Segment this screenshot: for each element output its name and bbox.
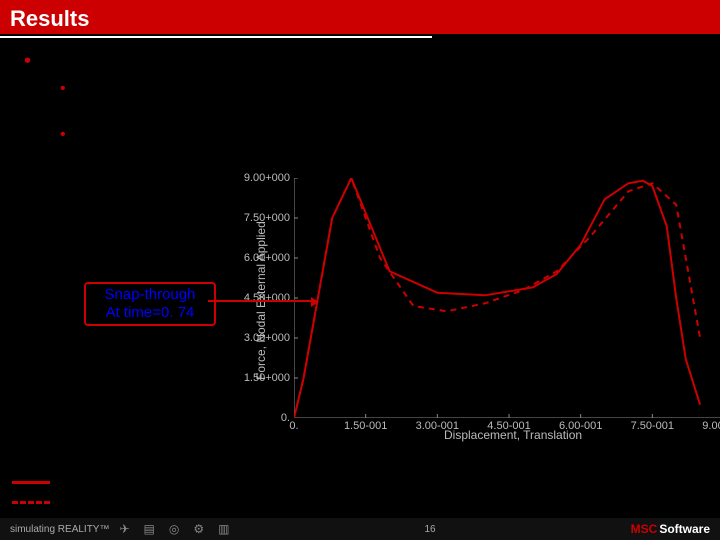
gear-icon: ⚙ xyxy=(193,522,204,536)
bullet-level1: • Load applied vs. displacement Curve xyxy=(24,50,706,74)
bullet-dot-icon: • xyxy=(24,50,31,74)
logo-msc: MSC xyxy=(631,522,658,536)
car-icon: ▥ xyxy=(218,522,229,536)
bullet-main-text: Load applied vs. displacement Curve xyxy=(39,50,706,74)
legend-solid-label: Based on the increasing time(load) xyxy=(56,474,288,491)
bullet-sub1-text: Snap-through information can be found by… xyxy=(74,78,706,122)
snap-through-callout: Snap-through At time=0. 74 xyxy=(84,282,216,326)
footer-bar: simulating REALITY™ ✈ ▤ ◎ ⚙ ▥ 16 MSC Sof… xyxy=(0,518,720,540)
bullet-level2: • The critical load leads the snap-throu… xyxy=(60,124,706,168)
chip-icon: ▤ xyxy=(144,522,155,536)
callout-arrow-icon xyxy=(208,300,318,302)
x-tick-label: 7.50-001 xyxy=(622,420,682,432)
slide-title: Results xyxy=(10,6,89,32)
page-number: 16 xyxy=(425,524,436,535)
legend-dash-label: Based on the increment(solving step) xyxy=(56,494,304,511)
x-tick-label: 1.50-001 xyxy=(336,420,396,432)
footer-left: simulating REALITY™ ✈ ▤ ◎ ⚙ ▥ xyxy=(10,522,229,536)
legend-row-solid: Based on the increasing time(load) xyxy=(12,472,304,492)
line-chart: 0.1.50+0003.00+0004.50+0006.00+0007.50+0… xyxy=(224,170,720,450)
legend-row-dash: Based on the increment(solving step) xyxy=(12,492,304,512)
x-tick-label: 0. xyxy=(264,420,324,432)
footer-icons: ✈ ▤ ◎ ⚙ ▥ xyxy=(119,522,229,536)
bullet-sub2-line2: (=500 psi x 0. 74) xyxy=(74,147,214,167)
bullet-dot-icon: • xyxy=(60,78,66,122)
legend: Based on the increasing time(load) Based… xyxy=(12,472,304,512)
callout-line1: Snap-through xyxy=(105,286,196,303)
logo-software: Software xyxy=(659,522,710,536)
legend-swatch-solid-icon xyxy=(12,481,50,484)
plane-icon: ✈ xyxy=(119,522,129,536)
footer-tagline: simulating REALITY™ xyxy=(10,524,109,535)
x-axis-label: Displacement, Translation xyxy=(444,428,582,456)
bullet-dot-icon: • xyxy=(60,124,66,168)
callout-line2: At time=0. 74 xyxy=(106,304,195,321)
bullet-sub2-line1: The critical load leads the snap-through… xyxy=(74,125,630,145)
bullet-sub2-text: The critical load leads the snap-through… xyxy=(74,124,706,168)
content-area: • Load applied vs. displacement Curve • … xyxy=(0,38,720,450)
x-tick-label: 9.00-001 xyxy=(694,420,720,432)
title-bar: Results xyxy=(0,0,720,36)
legend-swatch-dash-icon xyxy=(12,501,50,504)
chart-area: Snap-through At time=0. 74 0.1.50+0003.0… xyxy=(24,170,706,450)
target-icon: ◎ xyxy=(169,522,179,536)
bullet-level2: • Snap-through information can be found … xyxy=(60,78,706,122)
unloading-annotation: unloading xyxy=(594,378,663,396)
loading-annotation: loading xyxy=(464,266,516,284)
y-tick-label: 9.00+000 xyxy=(230,172,290,184)
msc-logo: MSC Software xyxy=(631,522,710,536)
